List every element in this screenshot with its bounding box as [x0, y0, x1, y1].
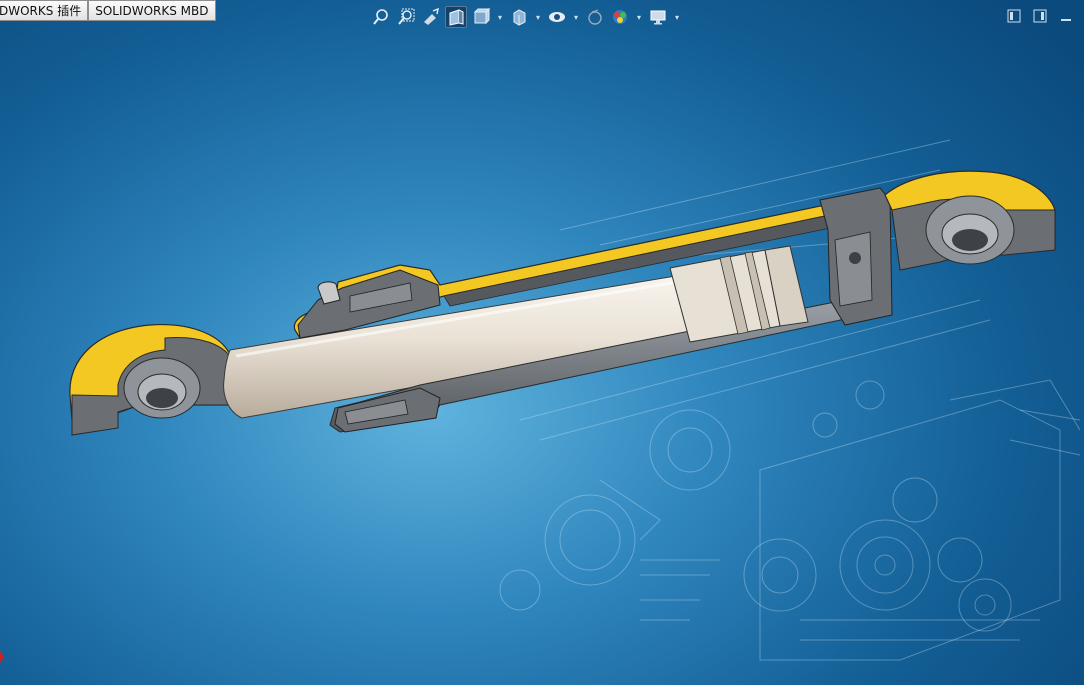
zoom-to-fit-button[interactable]	[370, 6, 392, 28]
view-orientation-icon	[473, 8, 490, 25]
tile-right-icon	[1033, 9, 1047, 23]
window-controls	[1006, 8, 1074, 24]
hydraulic-cylinder-model[interactable]	[69, 170, 1056, 436]
reference-triad-icon	[0, 651, 4, 663]
section-view-icon	[449, 9, 464, 26]
display-style-dropdown-icon[interactable]: ▾	[533, 13, 543, 22]
zoom-to-area-icon	[398, 8, 415, 25]
display-style-button[interactable]	[508, 6, 530, 28]
tile-right-button[interactable]	[1032, 8, 1048, 24]
view-settings-icon	[650, 10, 666, 25]
apply-scene-button[interactable]	[609, 6, 631, 28]
minimize-button[interactable]	[1058, 8, 1074, 24]
graphics-viewport[interactable]	[0, 0, 1084, 685]
view-orientation-dropdown-icon[interactable]: ▾	[495, 13, 505, 22]
zoom-to-area-button[interactable]	[395, 6, 417, 28]
right-clevis-eye[interactable]	[884, 170, 1056, 271]
tile-left-button[interactable]	[1006, 8, 1022, 24]
left-rod-eye[interactable]	[69, 323, 233, 436]
apply-scene-icon	[613, 10, 627, 24]
heads-up-view-toolbar: ▾ ▾ ▾ ▾ ▾	[370, 4, 682, 30]
view-orientation-button[interactable]	[470, 6, 492, 28]
section-view-button[interactable]	[445, 6, 467, 28]
minimize-icon	[1061, 19, 1071, 21]
zoom-to-fit-icon	[373, 9, 388, 25]
view-settings-dropdown-icon[interactable]: ▾	[672, 13, 682, 22]
hide-show-items-icon	[549, 12, 565, 22]
display-style-icon	[513, 9, 526, 26]
edit-appearance-button[interactable]	[584, 6, 606, 28]
hide-show-dropdown-icon[interactable]: ▾	[571, 13, 581, 22]
tile-left-icon	[1007, 9, 1021, 23]
hide-show-items-button[interactable]	[546, 6, 568, 28]
apply-scene-dropdown-icon[interactable]: ▾	[634, 13, 644, 22]
edit-appearance-icon	[588, 9, 602, 25]
view-settings-button[interactable]	[647, 6, 669, 28]
previous-view-button[interactable]	[420, 6, 442, 28]
previous-view-icon	[424, 8, 439, 25]
